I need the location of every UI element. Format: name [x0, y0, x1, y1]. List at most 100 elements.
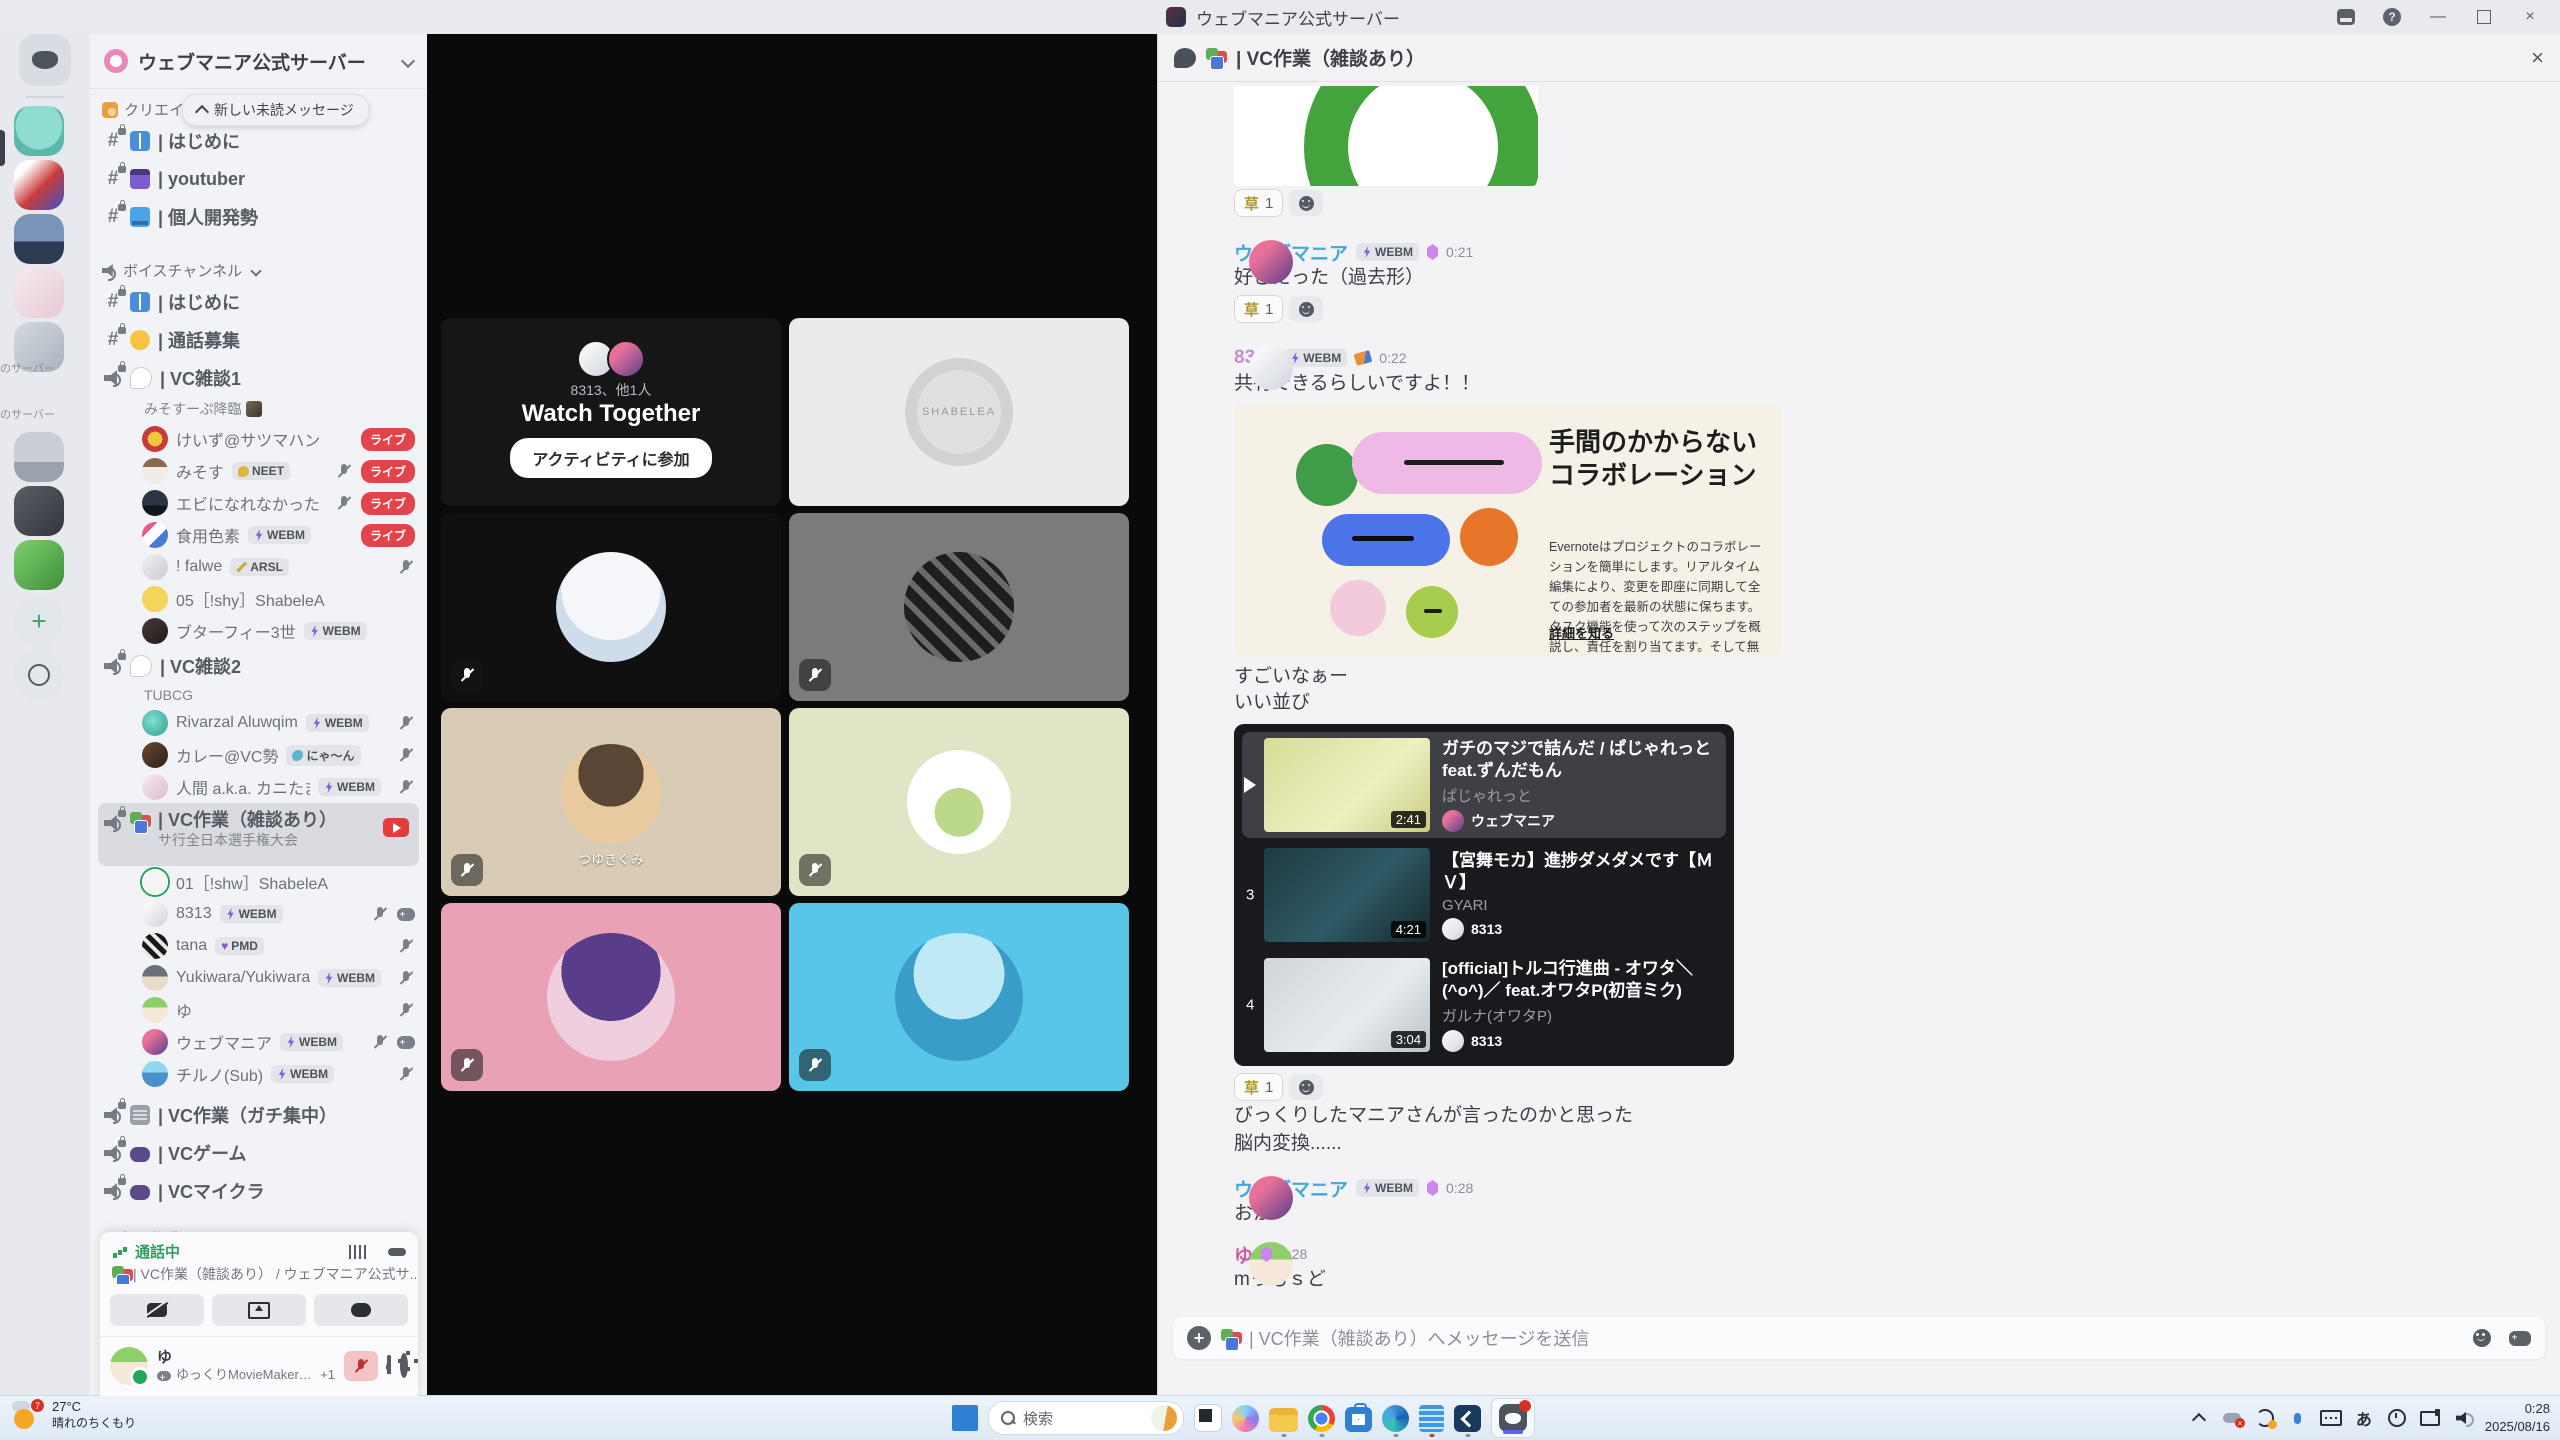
voice-member-webmania[interactable]: ウェブマニア WEBM — [90, 1026, 427, 1058]
close-chat-icon[interactable]: × — [2531, 45, 2544, 71]
server-icon-8[interactable] — [14, 540, 64, 590]
settings-button[interactable] — [400, 1357, 408, 1375]
voice-channel-vc-minecraft[interactable]: | VCマイクラ — [90, 1172, 427, 1210]
voice-member-rivarzal[interactable]: Rivarzal Aluwqim WEBM — [90, 707, 427, 739]
voice-member-8313[interactable]: 8313 WEBM — [90, 898, 427, 930]
video-tile-user[interactable] — [441, 903, 781, 1091]
file-explorer-icon[interactable] — [1269, 1408, 1298, 1432]
voice-channel-vc-zatsudan2[interactable]: | VC雑談2 — [90, 647, 427, 685]
edge-icon[interactable] — [1382, 1405, 1409, 1432]
snip-tool-icon[interactable] — [1194, 1404, 1222, 1432]
notes-app-icon[interactable] — [1419, 1405, 1444, 1432]
voice-channel-vc-zatsudan1[interactable]: | VC雑談1 — [90, 359, 427, 397]
join-activity-button[interactable]: アクティビティに参加 — [510, 438, 711, 478]
activity-tile-watch-together[interactable]: 8313、他1人 Watch Together アクティビティに参加 — [441, 318, 781, 506]
voice-member-01shabelea[interactable]: 01［!shw］ShabeleA — [90, 866, 427, 898]
message-input[interactable]: + | VC作業（雑談あり）へメッセージを送信 — [1173, 1317, 2545, 1359]
new-unread-pill[interactable]: 新しい未読メッセージ — [182, 94, 369, 126]
voice-member-05[interactable]: 05［!shy］ShabeleA — [90, 583, 427, 615]
voice-member-butterfy[interactable]: ブターフィー3世 WEBM — [90, 615, 427, 647]
avatar[interactable] — [1249, 1176, 1293, 1220]
voice-member-yukiwara[interactable]: Yukiwara/Yukiwara WEBM — [90, 962, 427, 994]
code-app-icon[interactable] — [1454, 1405, 1481, 1432]
video-tile-user[interactable] — [789, 513, 1129, 701]
category-voice-channels[interactable]: ボイスチャンネル — [90, 250, 427, 283]
playlist-item[interactable]: 4 3:04 [official]トルコ行進曲 - オワタ＼(^o^)／ fea… — [1242, 952, 1726, 1058]
ime-mode-indicator[interactable]: あ — [2353, 1407, 2375, 1429]
maximize-button[interactable] — [2464, 2, 2504, 32]
touch-keyboard-icon[interactable] — [2320, 1407, 2342, 1429]
link-embed-evernote[interactable]: 手間のかからないコラボレーション Evernoteはプロジェクトのコラボレーショ… — [1234, 404, 1782, 656]
server-icon-7[interactable] — [14, 486, 64, 536]
sync-icon[interactable] — [2254, 1407, 2276, 1429]
add-reaction-button[interactable] — [1289, 190, 1323, 216]
message-list[interactable]: 草 1 ウェブマニア WEBM 0:21 好きだった（過去形） 草 — [1158, 82, 2560, 1310]
server-icon-3[interactable] — [14, 214, 64, 264]
mic-mute-button[interactable] — [344, 1351, 378, 1381]
voice-member-ningen[interactable]: 人間 a.k.a. カニたま WEBM — [90, 771, 427, 803]
microphone-tray-icon[interactable] — [2287, 1407, 2309, 1429]
message[interactable]: ウェブマニア WEBM 0:28 おか — [1234, 1176, 2560, 1228]
volume-icon[interactable] — [2452, 1407, 2474, 1429]
window-titlebar[interactable]: ウェブマニア公式サーバー ? — × — [0, 0, 2560, 35]
voice-member-yu[interactable]: ゆ — [90, 994, 427, 1026]
add-server-button[interactable]: + — [14, 596, 64, 646]
server-header[interactable]: ウェブマニア公式サーバー — [90, 34, 427, 89]
add-reaction-button[interactable] — [1289, 1074, 1323, 1100]
help-icon[interactable]: ? — [2372, 2, 2412, 32]
avatar[interactable] — [1249, 346, 1293, 390]
clock-tray-icon[interactable] — [2386, 1407, 2408, 1429]
channel-youtuber[interactable]: # | youtuber — [90, 160, 427, 198]
call-location[interactable]: | VC作業（雑談あり） / ウェブマニア公式サ... — [100, 1262, 418, 1284]
minimize-button[interactable]: — — [2418, 2, 2458, 32]
reaction-pill[interactable]: 草 1 — [1234, 1073, 1283, 1101]
disconnect-call-icon[interactable] — [388, 1248, 406, 1256]
channel-kojin-kaihatsu[interactable]: # | 個人開発勢 — [90, 198, 427, 236]
message[interactable]: ウェブマニア WEBM 0:21 好きだった（過去形） 草 1 — [1234, 240, 2560, 324]
video-tile-user[interactable] — [789, 708, 1129, 896]
voice-member-tana[interactable]: tana ♥PMD — [90, 930, 427, 962]
voice-channel-vc-game[interactable]: | VCゲーム — [90, 1134, 427, 1172]
server-icon-4[interactable] — [14, 268, 64, 318]
playlist-item-playing[interactable]: 2:41 ガチのマジで詰んだ / ぱじゃれっと feat.ずんだもん ぱじゃれっ… — [1242, 732, 1726, 838]
reaction-pill[interactable]: 草 1 — [1234, 295, 1283, 323]
voice-member-curry[interactable]: カレー@VC勢 にゃ〜ん — [90, 739, 427, 771]
embed-link[interactable]: 詳細を知る — [1549, 623, 1614, 642]
message-image-attachment[interactable] — [1234, 86, 1538, 186]
user-avatar-wrap[interactable] — [110, 1347, 148, 1385]
video-tile-user[interactable] — [789, 903, 1129, 1091]
microsoft-store-icon[interactable] — [1345, 1407, 1372, 1432]
chrome-icon[interactable] — [1308, 1405, 1335, 1432]
copilot-icon[interactable] — [1232, 1405, 1259, 1432]
inbox-icon[interactable] — [2326, 2, 2366, 32]
message[interactable]: 8313 WEBM 0:22 共有できるらしいですよ！！ — [1234, 346, 2560, 1158]
attach-plus-icon[interactable]: + — [1187, 1326, 1211, 1350]
reaction-pill[interactable]: 草 1 — [1234, 189, 1283, 217]
channel-hajimeni-voice[interactable]: # | はじめに — [90, 283, 427, 321]
camera-toggle-button[interactable] — [110, 1294, 204, 1326]
cast-display-icon[interactable] — [2419, 1407, 2441, 1429]
deafen-button[interactable] — [387, 1357, 391, 1375]
soundboard-icon[interactable] — [349, 1245, 367, 1259]
weather-widget[interactable]: 7 27°C 晴れのちくもり — [12, 1399, 136, 1431]
activity-button[interactable] — [314, 1294, 408, 1326]
taskbar-search[interactable]: 検索 — [988, 1401, 1184, 1435]
tray-expand-icon[interactable] — [2188, 1407, 2210, 1429]
discord-taskbar-icon-active[interactable] — [1491, 1398, 1535, 1438]
video-tile-tsuyukigumi[interactable]: つゆきぐみ — [441, 708, 781, 896]
avatar[interactable] — [1249, 240, 1293, 284]
taskbar-clock[interactable]: 0:28 2025/08/16 — [2485, 1400, 2550, 1435]
screenshare-button[interactable] — [212, 1294, 306, 1326]
server-icon-6[interactable] — [14, 432, 64, 482]
channel-tsuwa-boshu[interactable]: # | 通話募集 — [90, 321, 427, 359]
voice-member-keizu[interactable]: けいず@サツマハン ライブ — [90, 423, 427, 455]
video-tile-user[interactable] — [441, 513, 781, 701]
channel-hajimeni[interactable]: # | はじめに — [90, 122, 427, 160]
voice-member-misosu[interactable]: みそす NEET ライブ — [90, 455, 427, 487]
voice-member-shokuyou[interactable]: 食用色素 WEBM ライブ — [90, 519, 427, 551]
add-reaction-button[interactable] — [1289, 296, 1323, 322]
playlist-item[interactable]: 3 4:21 【宮舞モカ】進捗ダメダメです【ＭＶ】 GYARI 8313 — [1242, 842, 1726, 948]
server-icon-2[interactable] — [14, 160, 64, 210]
onedrive-error-icon[interactable]: × — [2221, 1407, 2243, 1429]
gif-game-icon[interactable] — [2509, 1331, 2531, 1346]
